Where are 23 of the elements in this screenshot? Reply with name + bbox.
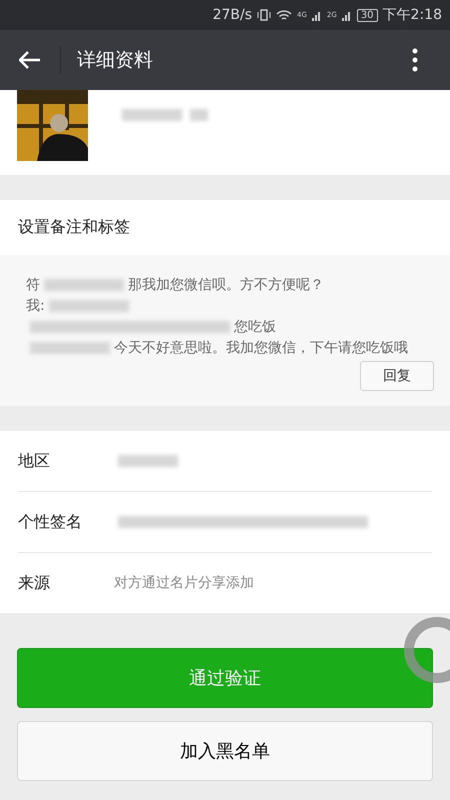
vibrate-icon <box>257 8 272 22</box>
redacted-name <box>122 108 182 121</box>
signal-icon <box>312 9 322 21</box>
battery-level: 30 <box>356 8 378 22</box>
message-line: 我: <box>26 296 434 317</box>
message-line: 符 那我加您微信呗。方不方便呢？ <box>26 276 325 295</box>
page-title: 详细资料 <box>77 48 154 73</box>
message-line: 今天不好意思啦。我加您微信，下午请您吃饭哦 <box>26 338 434 359</box>
network-speed: 27B/s <box>212 7 252 23</box>
signal-icon <box>342 9 352 21</box>
reply-button[interactable]: 回复 <box>360 361 434 391</box>
back-arrow-icon <box>19 51 41 69</box>
field-label: 个性签名 <box>18 512 83 532</box>
clock: 下午2:18 <box>382 6 442 24</box>
redacted-name <box>190 108 208 121</box>
remark-tags-link[interactable]: 设置备注和标签 <box>0 200 450 255</box>
field-label: 地区 <box>18 450 51 472</box>
message-line: 您吃饭 <box>26 317 434 338</box>
more-icon <box>412 48 418 72</box>
field-value: 对方通过名片分享添加 <box>114 574 254 592</box>
blacklist-button[interactable]: 加入黑名单 <box>17 721 433 781</box>
field-label: 来源 <box>18 572 51 594</box>
wifi-icon <box>276 8 292 22</box>
